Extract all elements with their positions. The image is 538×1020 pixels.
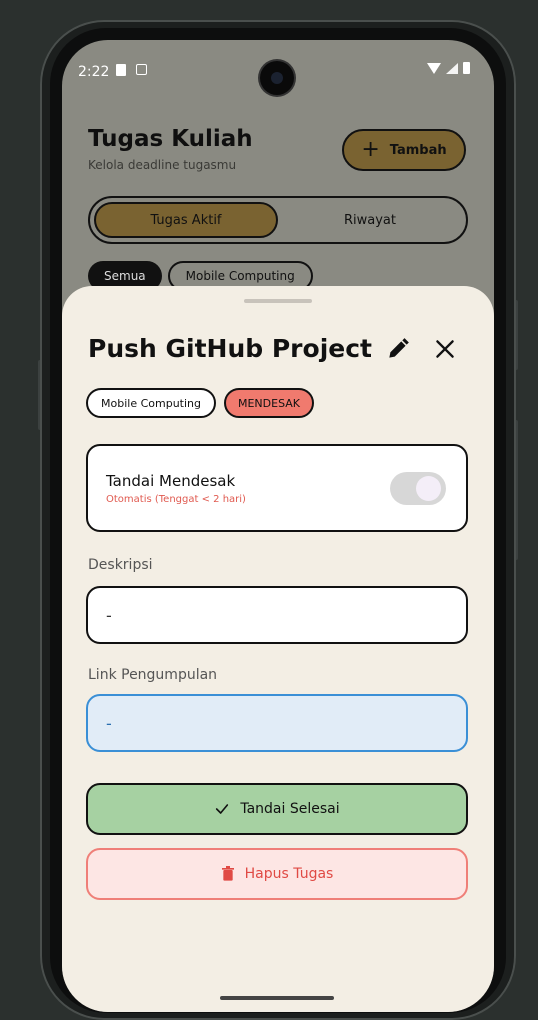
urgent-toggle-switch[interactable] xyxy=(390,472,446,505)
tab-active-tasks[interactable]: Tugas Aktif xyxy=(94,202,278,238)
tab-switcher: Tugas Aktif Riwayat xyxy=(88,196,468,244)
drag-handle[interactable] xyxy=(244,299,312,303)
page-title: Tugas Kuliah xyxy=(88,126,253,152)
mark-done-label: Tandai Selesai xyxy=(240,801,340,817)
toggle-knob xyxy=(416,476,441,501)
delete-task-label: Hapus Tugas xyxy=(244,866,334,882)
task-detail-sheet: Push GitHub Project Mobile Computing MEN… xyxy=(62,286,494,1012)
urgent-badge: MENDESAK xyxy=(223,388,314,418)
course-tag: Mobile Computing xyxy=(86,388,216,418)
urgent-toggle-hint: Otomatis (Tenggat < 2 hari) xyxy=(106,494,246,505)
plus-icon: + xyxy=(361,137,380,162)
status-time: 2:22 xyxy=(78,64,110,80)
battery-icon xyxy=(463,62,470,74)
add-task-label: Tambah xyxy=(389,142,447,158)
status-bar: 2:22 xyxy=(62,40,494,110)
pencil-icon[interactable] xyxy=(385,336,411,362)
add-task-button[interactable]: + Tambah xyxy=(342,129,466,171)
front-camera xyxy=(260,61,294,95)
sd-card-icon xyxy=(116,64,126,76)
tab-history[interactable]: Riwayat xyxy=(278,202,462,238)
mark-done-button[interactable]: Tandai Selesai xyxy=(86,783,468,835)
submission-link-field[interactable]: - xyxy=(86,694,468,752)
close-icon[interactable] xyxy=(432,336,458,362)
urgent-toggle-card: Tandai Mendesak Otomatis (Tenggat < 2 ha… xyxy=(86,444,468,532)
submission-link-label: Link Pengumpulan xyxy=(88,667,218,683)
notification-icon xyxy=(136,64,147,75)
status-icons xyxy=(427,62,470,74)
trash-icon xyxy=(221,866,234,881)
description-label: Deskripsi xyxy=(88,557,153,573)
delete-task-button[interactable]: Hapus Tugas xyxy=(86,848,468,900)
page-subtitle: Kelola deadline tugasmu xyxy=(88,158,237,172)
check-icon xyxy=(216,804,229,814)
wifi-icon xyxy=(427,62,441,74)
signal-icon xyxy=(446,62,458,74)
task-tags: Mobile Computing MENDESAK xyxy=(86,388,314,418)
task-title: Push GitHub Project xyxy=(88,334,372,363)
phone-screen: 2:22 Tugas Kuliah Kelola deadline tugasm… xyxy=(62,40,494,1012)
urgent-toggle-label: Tandai Mendesak xyxy=(106,472,236,490)
description-field[interactable]: - xyxy=(86,586,468,644)
gesture-nav-bar[interactable] xyxy=(220,996,334,1000)
